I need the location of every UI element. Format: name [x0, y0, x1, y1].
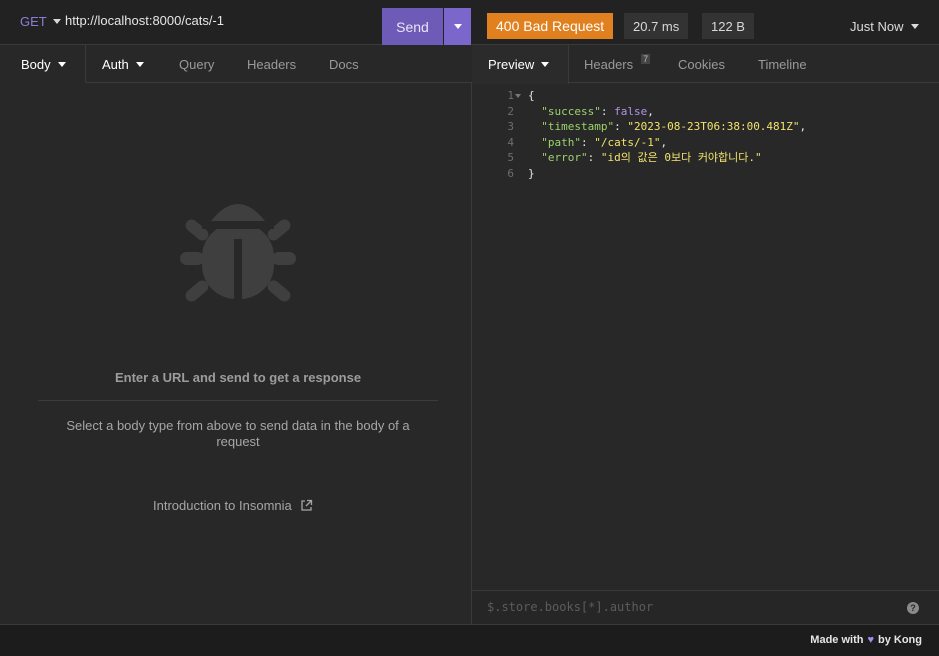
empty-state-divider [38, 400, 438, 401]
fold-icon[interactable] [515, 94, 521, 98]
line-number: 3 [507, 120, 514, 133]
response-body-viewer[interactable]: 1{2 "success": false, 3 "timestamp": "202… [472, 88, 939, 181]
by-kong-label: by Kong [878, 634, 922, 646]
code-line: 2 "success": false, [472, 104, 939, 120]
code-line: 4 "path": "/cats/-1", [472, 135, 939, 151]
made-with-kong: Made with ♥ by Kong [810, 634, 922, 646]
tab-preview[interactable]: Preview [472, 45, 569, 84]
tab-timeline[interactable]: Timeline [758, 45, 807, 83]
intro-to-insomnia-link[interactable]: Introduction to Insomnia [153, 498, 313, 513]
request-tabs: Body Auth Query Headers Docs [0, 45, 472, 83]
line-number: 6 [507, 166, 514, 180]
code-line: 1{ [472, 88, 939, 104]
chevron-down-icon [911, 24, 920, 29]
tab-headers[interactable]: Headers [247, 45, 296, 83]
json-value: "id의 값은 0보다 커야합니다." [600, 151, 762, 164]
json-entry: "success": false, [541, 104, 654, 118]
json-brace: } [528, 166, 535, 180]
tab-response-headers[interactable]: Headers 7 [584, 45, 651, 83]
json-key: "error" [541, 151, 588, 164]
line-number: 5 [507, 151, 514, 164]
line-number: 4 [507, 135, 514, 149]
response-history-dropdown[interactable]: Just Now [850, 19, 920, 34]
tabs-divider [86, 82, 472, 83]
insomnia-app: GET Send Body Auth Query Headers Docs [0, 0, 939, 656]
method-selector[interactable]: GET [20, 14, 61, 29]
headers-count-badge: 7 [641, 54, 651, 64]
status-bar: Made with ♥ by Kong [0, 624, 939, 656]
chevron-down-icon [541, 62, 550, 67]
line-number: 1 [507, 89, 514, 102]
tab-body-label: Body [21, 56, 51, 72]
url-bar: GET Send [0, 0, 472, 45]
response-filter-bar: ? [472, 590, 939, 624]
send-button[interactable]: Send [382, 8, 443, 45]
url-input[interactable] [65, 13, 375, 28]
code-line: 3 "timestamp": "2023-08-23T06:38:00.481Z… [472, 119, 939, 135]
chevron-down-icon [52, 19, 61, 24]
intro-link-label: Introduction to Insomnia [153, 498, 292, 513]
json-brace: { [528, 89, 535, 102]
chevron-down-icon [57, 61, 66, 67]
request-pane: GET Send Body Auth Query Headers Docs [0, 0, 472, 624]
heart-icon: ♥ [867, 634, 874, 646]
json-key: "timestamp" [541, 120, 615, 133]
method-label: GET [20, 14, 47, 29]
json-entry: "timestamp": "2023-08-23T06:38:00.481Z", [541, 120, 807, 133]
json-key: "success" [541, 104, 601, 118]
tab-response-headers-label: Headers [584, 56, 634, 72]
json-entry: "error": "id의 값은 0보다 커야합니다." [541, 151, 762, 164]
json-value: "2023-08-23T06:38:00.481Z" [627, 120, 800, 133]
line-number: 2 [507, 104, 514, 118]
made-with-label: Made with [810, 634, 864, 646]
help-icon[interactable]: ? [907, 602, 919, 614]
code-line: 5 "error": "id의 값은 0보다 커야합니다." [472, 150, 939, 166]
response-time: 20.7 ms [624, 13, 689, 39]
send-options-button[interactable] [444, 8, 471, 45]
json-entry: "path": "/cats/-1", [541, 135, 668, 149]
external-link-icon [301, 499, 312, 511]
json-value: "/cats/-1" [594, 135, 661, 149]
tab-auth[interactable]: Auth [102, 45, 144, 83]
bug-icon [180, 204, 296, 302]
tab-cookies[interactable]: Cookies [678, 45, 725, 83]
tab-body[interactable]: Body [0, 45, 86, 83]
empty-state-description: Select a body type from above to send da… [66, 418, 410, 449]
history-label: Just Now [850, 19, 904, 34]
empty-state-title: Enter a URL and send to get a response [114, 370, 362, 385]
chevron-down-icon [135, 61, 144, 67]
json-key: "path" [541, 135, 581, 149]
chevron-down-icon [453, 24, 462, 29]
status-badge: 400 Bad Request [487, 13, 614, 39]
code-line: 6} [472, 166, 939, 182]
response-filter-input[interactable] [487, 600, 887, 614]
tab-auth-label: Auth [102, 56, 129, 72]
tab-docs[interactable]: Docs [329, 45, 359, 83]
tab-query[interactable]: Query [179, 45, 214, 83]
response-pane: 400 Bad Request 20.7 ms 122 B Just Now P… [472, 0, 939, 624]
response-size: 122 B [702, 13, 754, 39]
response-tabs: Preview Headers 7 Cookies Timeline [472, 45, 939, 84]
tab-preview-label: Preview [488, 57, 535, 72]
json-value: false [614, 104, 648, 118]
response-bar: 400 Bad Request 20.7 ms 122 B Just Now [472, 0, 939, 45]
